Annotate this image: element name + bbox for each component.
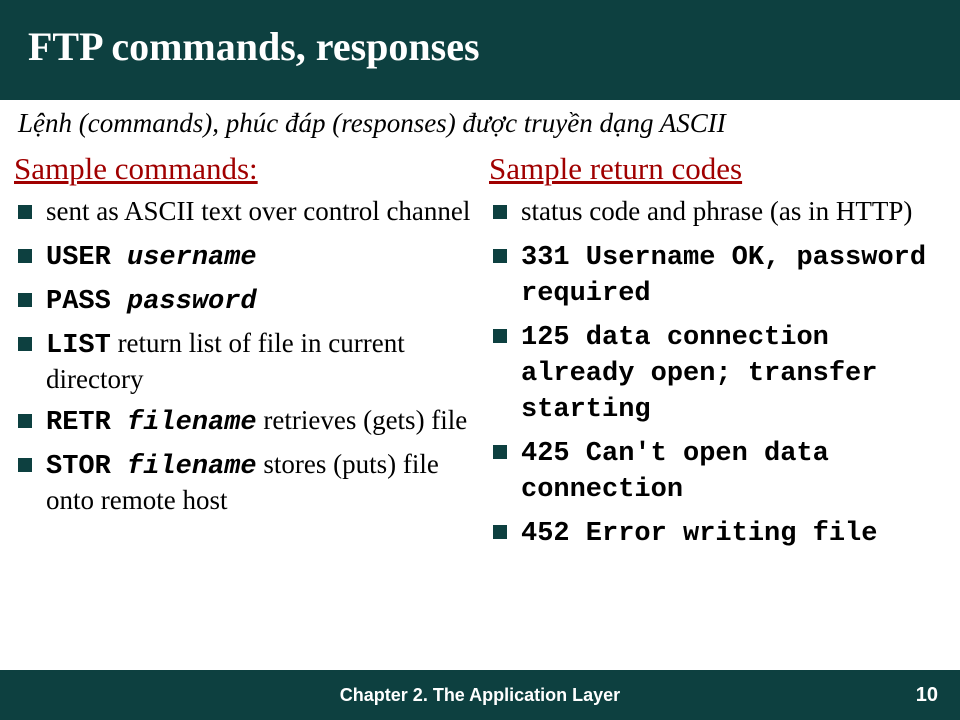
list-item: status code and phrase (as in HTTP) (489, 195, 946, 231)
list-item: sent as ASCII text over control channel (14, 195, 471, 231)
left-column: Sample commands: sent as ASCII text over… (14, 151, 471, 670)
left-list: sent as ASCII text over control channel … (14, 195, 471, 517)
footer-page-number: 10 (916, 684, 938, 707)
title-bar: FTP commands, responses (0, 0, 960, 100)
right-heading: Sample return codes (489, 151, 946, 187)
list-item: 425 Can't open data connection (489, 435, 946, 507)
slide-title: FTP commands, responses (28, 23, 480, 70)
content-area: Sample commands: sent as ASCII text over… (0, 143, 960, 670)
list-item: LIST return list of file in current dire… (14, 327, 471, 396)
right-column: Sample return codes status code and phra… (489, 151, 946, 670)
slide-subtitle: Lệnh (commands), phúc đáp (responses) đư… (0, 100, 960, 143)
slide: FTP commands, responses Lệnh (commands),… (0, 0, 960, 720)
list-item: 452 Error writing file (489, 515, 946, 551)
left-heading: Sample commands: (14, 151, 471, 187)
right-list: status code and phrase (as in HTTP) 331 … (489, 195, 946, 550)
list-item: USER username (14, 239, 471, 275)
list-item: 331 Username OK, password required (489, 239, 946, 311)
list-item: STOR filename stores (puts) file onto re… (14, 448, 471, 517)
list-item: 125 data connection already open; transf… (489, 319, 946, 427)
list-item: PASS password (14, 283, 471, 319)
footer-chapter: Chapter 2. The Application Layer (340, 685, 620, 706)
footer-bar: Chapter 2. The Application Layer 10 (0, 670, 960, 720)
list-item: RETR filename retrieves (gets) file (14, 404, 471, 440)
